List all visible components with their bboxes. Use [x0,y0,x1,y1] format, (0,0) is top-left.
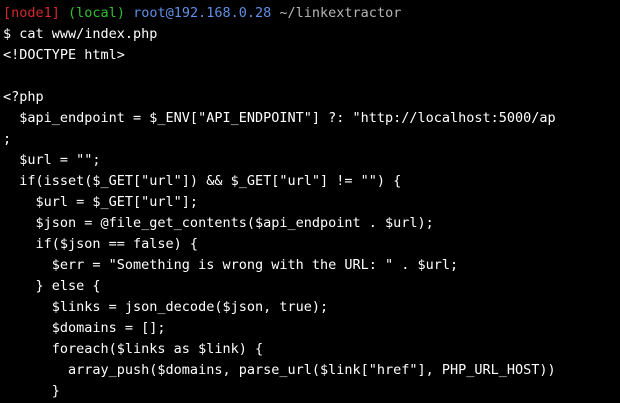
output-line: $api_endpoint = $_ENV["API_ENDPOINT"] ?:… [3,110,556,126]
local-tag: (local) [68,5,125,21]
terminal-window[interactable]: [node1] (local) root@192.168.0.28 ~/link… [0,0,620,403]
node-tag: [node1] [3,5,60,21]
output-line: } [3,383,60,399]
user-host: root@192.168.0.28 [133,5,272,21]
output-line: <!DOCTYPE html> [3,47,125,63]
output-line: array_push($domains, parse_url($link["hr… [3,362,556,378]
current-directory: ~/linkextractor [279,5,402,21]
